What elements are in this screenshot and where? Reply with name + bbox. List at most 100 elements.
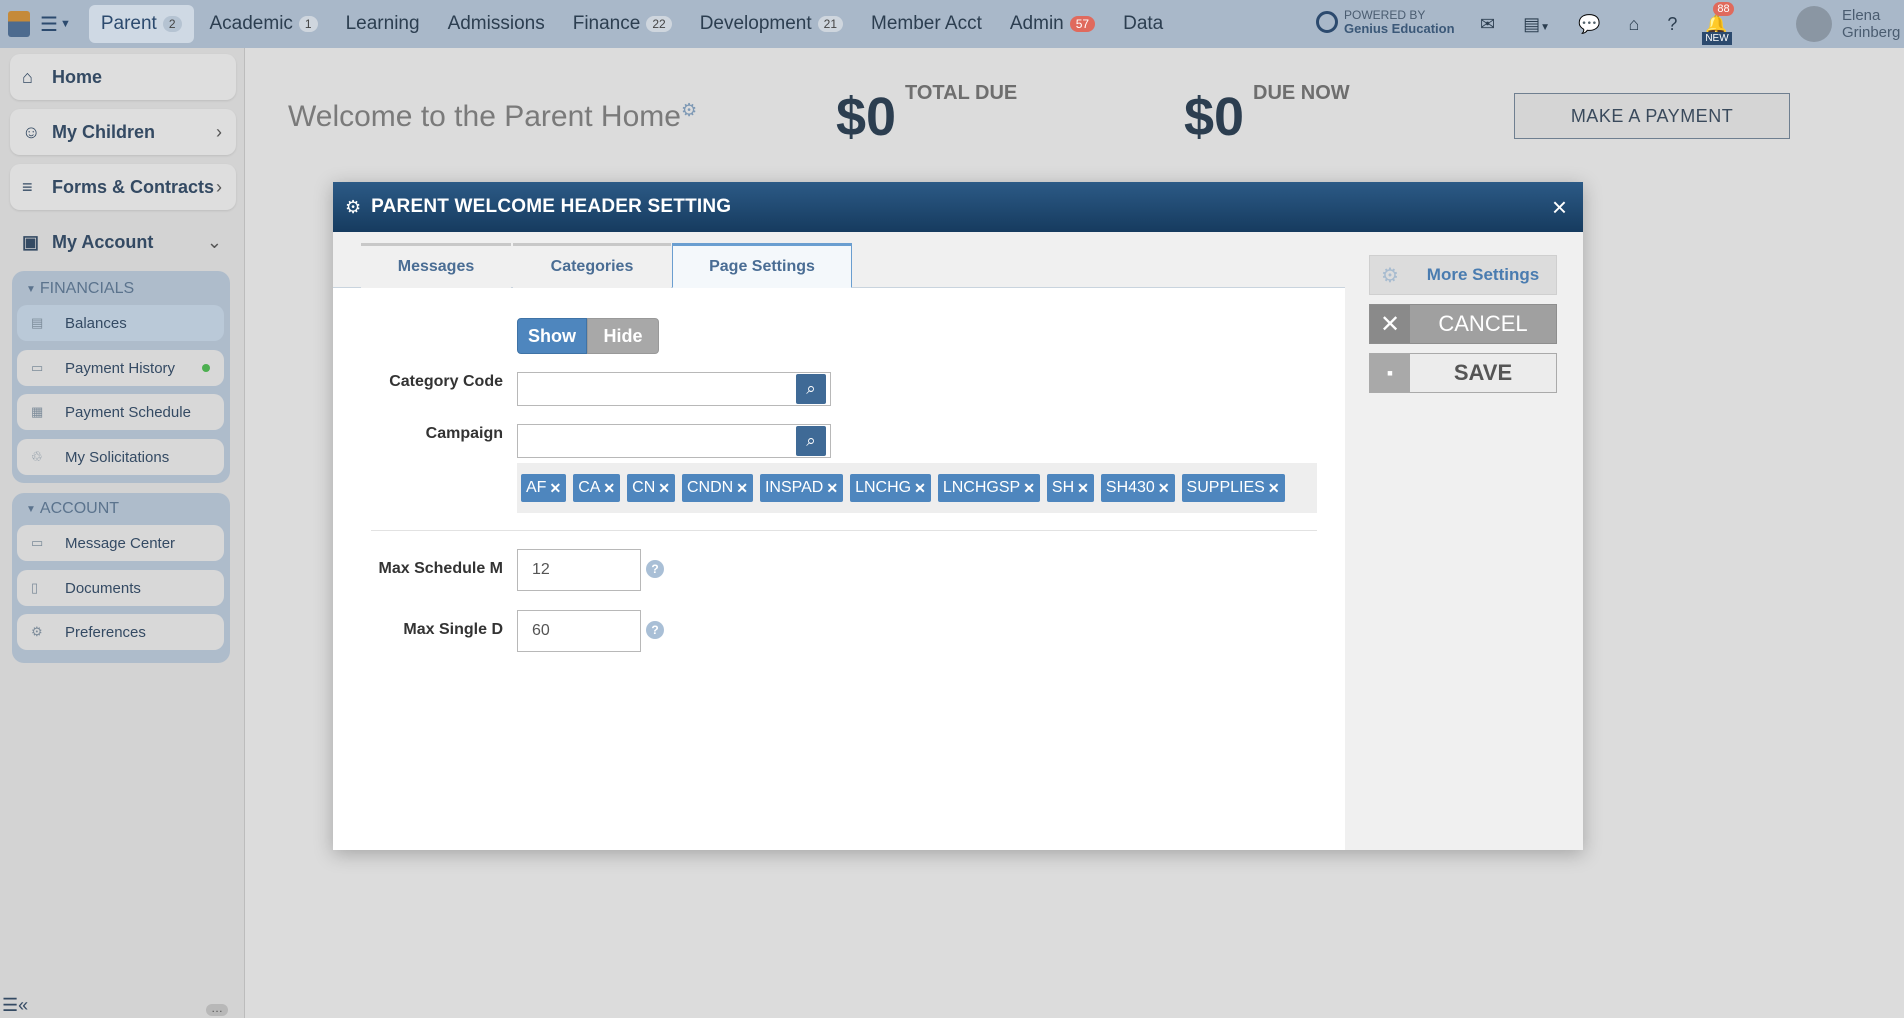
remove-tag-icon[interactable]: ✕ <box>1077 480 1089 497</box>
nav-item-admin[interactable]: Admin 57 <box>998 5 1107 43</box>
help-icon[interactable]: ? <box>646 621 664 639</box>
modal-title: PARENT WELCOME HEADER SETTING <box>371 196 732 217</box>
calendar-icon: ▦ <box>31 404 44 419</box>
avatar[interactable] <box>1796 6 1832 42</box>
remove-tag-icon[interactable]: ✕ <box>658 480 670 497</box>
sidebar-item-documents[interactable]: ▯ Documents <box>17 570 224 606</box>
category-code-input[interactable] <box>517 372 831 406</box>
collapse-sidebar-icon[interactable]: ☰« <box>2 995 28 1016</box>
campaign-tag: LNCHG ✕ <box>850 474 931 502</box>
settings-gear-icon[interactable]: ⚙ <box>681 100 697 120</box>
save-label: SAVE <box>1453 360 1513 385</box>
sidebar-item-label: My Account <box>52 231 154 252</box>
gear-icon: ⚙ <box>31 624 43 639</box>
modal-header: ⚙ PARENT WELCOME HEADER SETTING × <box>333 182 1583 232</box>
nav-item-admissions[interactable]: Admissions <box>436 5 557 43</box>
sidebar-item-home[interactable]: ⌂ Home <box>10 54 236 100</box>
total-due-label: TOTAL DUE <box>905 82 1018 104</box>
chevron-right-icon: › <box>216 121 222 142</box>
due-now-amount: $0 <box>1184 87 1245 147</box>
more-settings-button[interactable]: ⚙ More Settings <box>1369 255 1557 295</box>
remove-tag-icon[interactable]: ✕ <box>914 480 926 497</box>
campaign-tag: SH ✕ <box>1046 474 1094 502</box>
remove-tag-icon[interactable]: ✕ <box>1023 480 1035 497</box>
nav-badge: 57 <box>1069 16 1096 32</box>
max-schedule-input[interactable]: 12 <box>517 549 641 591</box>
document-menu-icon[interactable]: ▤▼ <box>1523 14 1550 35</box>
save-icon: ▪ <box>1370 354 1410 392</box>
chat-icon[interactable]: 💬 <box>1578 14 1600 35</box>
make-payment-button[interactable]: MAKE A PAYMENT <box>1514 93 1790 139</box>
sidebar-item-forms[interactable]: ≡ Forms & Contracts › <box>10 164 236 210</box>
search-icon[interactable]: ⌕ <box>796 374 826 404</box>
mail-icon[interactable]: ✉ <box>1480 14 1495 35</box>
sidebar-item-balances[interactable]: ▤ Balances <box>17 305 224 341</box>
close-icon[interactable]: × <box>1552 192 1567 223</box>
nav-item-data[interactable]: Data <box>1111 5 1175 43</box>
status-dot <box>202 364 210 372</box>
hide-button[interactable]: Hide <box>587 318 659 354</box>
account-title[interactable]: ▼ ACCOUNT <box>26 500 119 518</box>
sidebar-item-payment-schedule[interactable]: ▦ Payment Schedule <box>17 394 224 430</box>
campaign-tag: CNDN ✕ <box>682 474 753 502</box>
building-icon[interactable]: ⌂ <box>1628 14 1639 35</box>
sidebar-item-message-center[interactable]: ▭ Message Center <box>17 525 224 561</box>
campaign-tag: CA ✕ <box>573 474 621 502</box>
help-icon[interactable]: ? <box>1667 14 1677 35</box>
nav-item-member-acct[interactable]: Member Acct <box>859 5 994 43</box>
sidebar-item-payment-history[interactable]: ▭ Payment History <box>17 350 224 386</box>
home-icon: ⌂ <box>22 66 33 87</box>
search-icon[interactable]: ⌕ <box>796 426 826 456</box>
max-single-input[interactable]: 60 <box>517 610 641 652</box>
campaign-input[interactable] <box>517 424 831 458</box>
nav-item-learning[interactable]: Learning <box>334 5 432 43</box>
tab-categories[interactable]: Categories <box>513 243 671 288</box>
category-code-label: Category Code <box>389 373 503 390</box>
powered-by-text: POWERED BY <box>1344 8 1426 22</box>
remove-tag-icon[interactable]: ✕ <box>736 480 748 497</box>
tab-bar: Messages Categories Page Settings <box>333 232 1345 288</box>
nav-item-parent[interactable]: Parent 2 <box>88 5 194 43</box>
modal-actions-panel: ⚙ More Settings ✕ CANCEL ▪ SAVE <box>1345 232 1583 850</box>
max-single-label: Max Single D <box>403 621 503 638</box>
sidebar-item-label: Forms & Contracts <box>52 176 215 197</box>
nav-item-development[interactable]: Development 21 <box>688 5 855 43</box>
list-icon: ≡ <box>22 176 33 197</box>
notification-count: 88 <box>1713 1 1734 16</box>
help-icon[interactable]: ? <box>646 560 664 578</box>
remove-tag-icon[interactable]: ✕ <box>826 480 838 497</box>
remove-tag-icon[interactable]: ✕ <box>603 480 615 497</box>
gear-icon: ⚙ <box>345 196 362 217</box>
genius-logo-icon <box>1316 11 1338 33</box>
remove-tag-icon[interactable]: ✕ <box>1158 480 1170 497</box>
more-options-icon[interactable]: … <box>206 1002 228 1016</box>
total-due-amount: $0 <box>836 87 897 147</box>
chevron-down-icon: ⌄ <box>206 231 222 252</box>
nav-item-academic[interactable]: Academic 1 <box>198 5 330 43</box>
sidebar-item-preferences[interactable]: ⚙ Preferences <box>17 614 224 650</box>
save-button[interactable]: ▪ SAVE <box>1369 353 1557 393</box>
sidebar: ⌂ Home ☺ My Children › ≡ Forms & Contracts › … <box>0 48 245 1018</box>
bell-icon[interactable]: 🔔 88 NEW <box>1702 1 1734 45</box>
school-logo-icon[interactable] <box>8 11 30 37</box>
settings-modal: ⚙ PARENT WELCOME HEADER SETTING × Messag… <box>333 182 1583 850</box>
nav-item-finance[interactable]: Finance 22 <box>561 5 684 43</box>
wrench-icon: ⚙ <box>1381 264 1399 287</box>
financials-title[interactable]: ▼ FINANCIALS <box>26 280 134 298</box>
campaign-tag-list: AF ✕ CA ✕ CN ✕ CNDN ✕ INSPAD ✕ LNCHG ✕ LNCHGSP… <box>517 463 1317 513</box>
max-schedule-label: Max Schedule M <box>378 560 503 577</box>
user-name[interactable]: Elena Grinberg <box>1842 7 1904 41</box>
menu-toggle-icon[interactable]: ☰ ▼ <box>40 12 71 37</box>
more-settings-label: More Settings <box>1426 265 1540 284</box>
remove-tag-icon[interactable]: ✕ <box>1268 480 1280 497</box>
tab-page-settings[interactable]: Page Settings <box>672 243 852 288</box>
tab-messages[interactable]: Messages <box>361 243 511 288</box>
cancel-button[interactable]: ✕ CANCEL <box>1369 304 1557 344</box>
show-button[interactable]: Show <box>517 318 587 354</box>
user-first-name: Elena <box>1842 7 1881 24</box>
sidebar-item-my-account[interactable]: ▣ My Account ⌄ <box>10 219 236 265</box>
campaign-tag: SUPPLIES ✕ <box>1181 474 1285 502</box>
sidebar-item-my-children[interactable]: ☺ My Children › <box>10 109 236 155</box>
remove-tag-icon[interactable]: ✕ <box>549 480 561 497</box>
sidebar-item-my-solicitations[interactable]: ♲ My Solicitations <box>17 439 224 475</box>
